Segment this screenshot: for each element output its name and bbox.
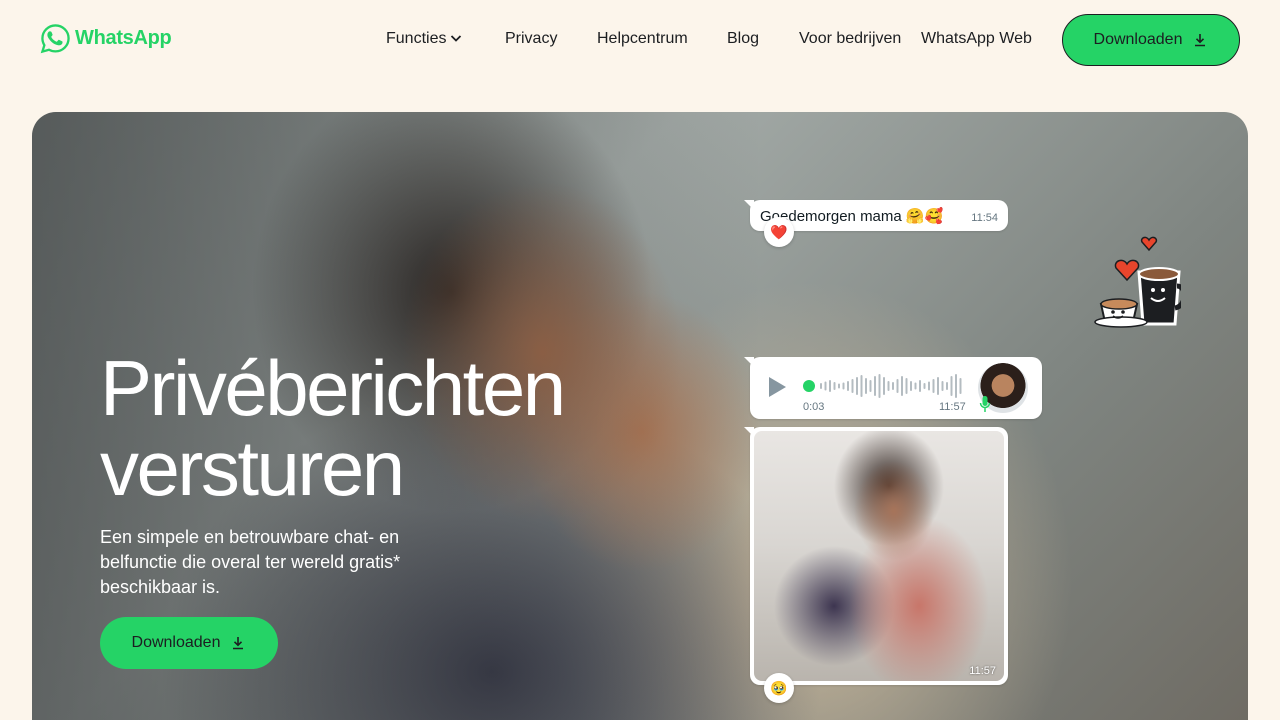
waveform-bar	[959, 378, 962, 394]
waveform-bar	[865, 378, 867, 394]
waveform-bar	[946, 382, 948, 390]
waveform-bar	[905, 378, 908, 394]
whatsapp-logo-icon	[40, 24, 70, 54]
waveform-bar	[914, 382, 917, 390]
hero-title-line2: versturen	[100, 424, 405, 512]
waveform-bar	[833, 382, 836, 390]
hero-download-button[interactable]: Downloaden	[100, 617, 278, 669]
nav-item-label: Functies	[386, 30, 447, 47]
waveform-bar	[892, 382, 894, 390]
waveform-bar	[842, 382, 845, 390]
whatsapp-logo[interactable]: WhatsApp	[40, 23, 172, 54]
waveform-bar	[937, 377, 939, 395]
pleading-face-reaction-icon: 🥹	[764, 673, 794, 703]
coffee-cups-sticker-icon	[1094, 236, 1181, 328]
waveform-bar	[950, 376, 953, 396]
nav-item-blog[interactable]: Blog	[727, 30, 759, 48]
nav-item-privacy[interactable]: Privacy	[505, 30, 557, 48]
waveform-bar	[838, 383, 840, 389]
waveform-bar	[896, 379, 899, 393]
nav-item-voor-bedrijven[interactable]: Voor bedrijven	[799, 30, 901, 48]
audio-waveform	[820, 374, 962, 398]
nav-item-whatsapp-web[interactable]: WhatsApp Web	[921, 30, 1032, 48]
waveform-bar	[928, 381, 930, 391]
waveform-bar	[874, 376, 876, 396]
play-icon[interactable]	[766, 375, 788, 399]
waveform-bar	[887, 381, 890, 391]
chevron-down-icon	[451, 35, 462, 42]
waveform-bar	[932, 379, 935, 393]
microphone-icon	[979, 396, 991, 412]
waveform-bar	[829, 380, 831, 392]
voice-message-bubble: 0:03 11:57	[744, 357, 1042, 419]
voice-duration: 0:03	[803, 401, 825, 413]
playback-position-dot[interactable]	[803, 380, 815, 392]
download-icon	[1195, 34, 1206, 47]
brand-name: WhatsApp	[75, 27, 172, 49]
nav-item-functies[interactable]: Functies	[386, 30, 463, 48]
waveform-bar	[856, 377, 858, 395]
waveform-bar	[901, 376, 903, 396]
download-button-label: Downloaden	[131, 634, 221, 651]
waveform-bar	[847, 381, 849, 391]
shared-photo[interactable]	[754, 431, 1004, 681]
waveform-bar	[910, 381, 912, 391]
photo-message-bubble: 11:57	[744, 427, 1008, 685]
waveform-bar	[878, 374, 881, 398]
waveform-bar	[923, 383, 926, 389]
hero-title: Privéberichten versturen	[100, 348, 566, 508]
site-header: WhatsApp Functies Privacy Helpcentrum Bl…	[0, 0, 1280, 80]
waveform-bar	[851, 379, 854, 393]
waveform-bar	[824, 381, 827, 391]
heart-reaction-icon: ❤️	[764, 217, 794, 247]
waveform-bar	[955, 374, 957, 398]
waveform-bar	[820, 383, 822, 389]
hero-section: Privéberichten versturen Een simpele en …	[32, 112, 1248, 720]
message-time: 11:57	[969, 665, 996, 677]
waveform-bar	[869, 380, 872, 392]
message-time: 11:57	[939, 401, 966, 413]
message-time: 11:54	[971, 212, 998, 224]
header-download-button[interactable]: Downloaden	[1062, 14, 1240, 66]
hero-title-line1: Privéberichten	[100, 344, 566, 432]
download-button-label: Downloaden	[1093, 31, 1183, 48]
hero-subtitle: Een simpele en betrouwbare chat- en belf…	[100, 527, 401, 597]
waveform-bar	[919, 380, 921, 392]
download-icon	[233, 637, 244, 650]
waveform-bar	[941, 381, 944, 391]
waveform-bar	[883, 377, 885, 395]
nav-item-helpcentrum[interactable]: Helpcentrum	[597, 30, 688, 48]
waveform-bar	[860, 375, 863, 397]
